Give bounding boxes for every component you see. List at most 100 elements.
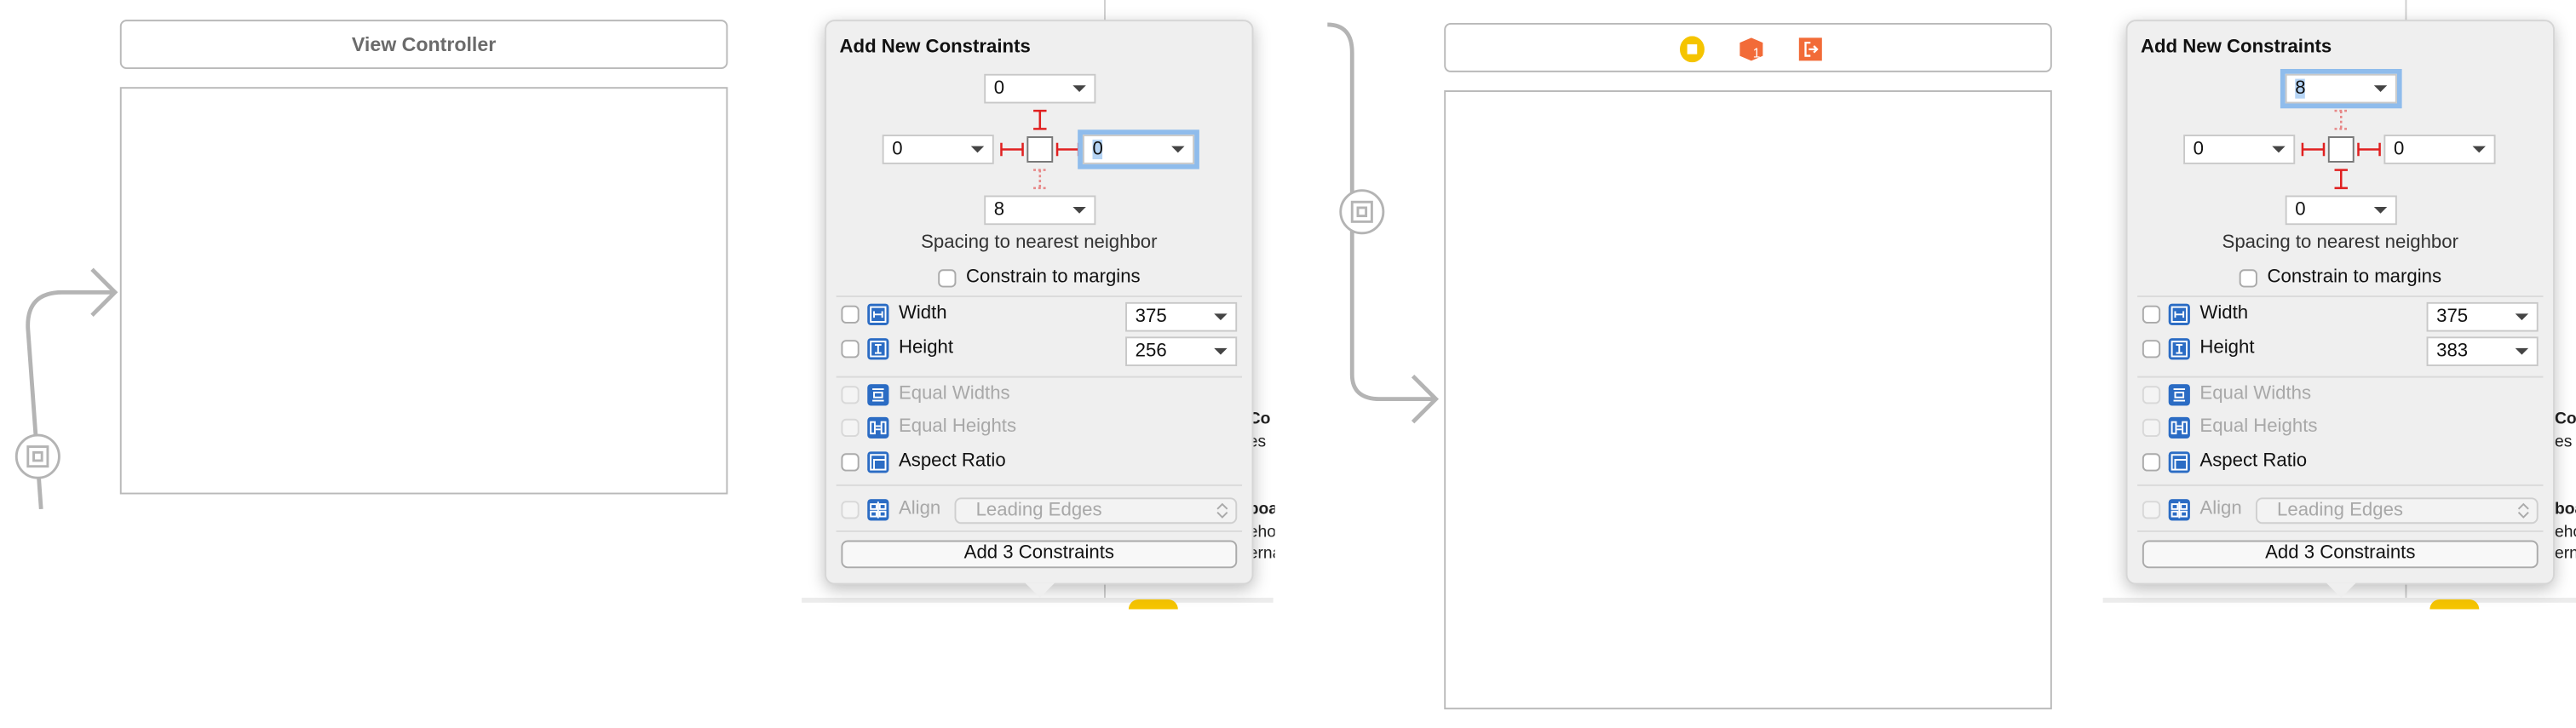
left-spacing-value: 0 (2193, 139, 2205, 160)
right-pin-toggle[interactable] (2356, 138, 2383, 161)
right-pin-toggle[interactable] (1055, 138, 1081, 161)
right-spacing-value: 0 (1092, 139, 1103, 160)
equal-widths-checkbox[interactable] (2142, 386, 2161, 404)
chevron-down-icon[interactable] (1171, 146, 1185, 153)
aspect-ratio-label: Aspect Ratio (898, 451, 1006, 472)
popover-title: Add New Constraints (839, 37, 1031, 58)
partial-yellow-icon (1128, 599, 1178, 610)
right-scene-view[interactable] (1444, 90, 2052, 710)
align-checkbox[interactable] (2142, 501, 2161, 519)
align-label: Align (898, 499, 941, 519)
chevron-down-icon[interactable] (2272, 146, 2286, 153)
height-checkbox[interactable] (2142, 340, 2161, 358)
bottom-spacing-field[interactable]: 8 (984, 195, 1096, 226)
bottom-spacing-value: 8 (993, 200, 1005, 221)
equal-heights-checkbox[interactable] (2142, 418, 2161, 438)
left-spacing-field[interactable]: 0 (882, 135, 994, 164)
aspect-ratio-checkbox[interactable] (2142, 453, 2161, 472)
constrain-to-margins-checkbox[interactable] (938, 269, 957, 288)
divider (836, 484, 1243, 486)
height-value: 256 (1135, 341, 1167, 362)
bottom-spacing-value: 0 (2295, 200, 2306, 221)
entry-segue-arrow[interactable] (0, 246, 131, 525)
divider (2137, 530, 2544, 532)
popover-title: Add New Constraints (2140, 37, 2332, 58)
view-controller-title: View Controller (351, 32, 497, 56)
equal-widths-icon (867, 384, 889, 406)
height-value: 383 (2436, 341, 2469, 362)
divider (2137, 375, 2544, 378)
constraint-target-square (2327, 136, 2355, 163)
equal-heights-label: Equal Heights (898, 416, 1017, 438)
width-checkbox[interactable] (841, 305, 860, 324)
width-value-dropdown[interactable]: 375 (2426, 301, 2539, 332)
equal-widths-label: Equal Widths (2199, 384, 2312, 404)
chevron-down-icon (2515, 347, 2529, 355)
equal-heights-icon (867, 416, 889, 439)
equal-widths-checkbox[interactable] (841, 386, 860, 404)
right-spacing-field[interactable]: 0 (2383, 135, 2496, 164)
equal-heights-checkbox[interactable] (841, 418, 860, 438)
side-text: eho (2554, 524, 2576, 542)
aspect-ratio-icon (867, 451, 889, 473)
divider (836, 530, 1243, 532)
height-checkbox[interactable] (841, 340, 860, 358)
chevron-down-icon[interactable] (2373, 207, 2388, 214)
chevron-down-icon[interactable] (2472, 146, 2486, 153)
equal-heights-icon (2168, 416, 2190, 439)
height-label: Height (898, 338, 954, 358)
width-value-dropdown[interactable]: 375 (1125, 301, 1238, 332)
chevron-down-icon[interactable] (2373, 85, 2388, 93)
scene-dock[interactable]: 1 (1444, 23, 2052, 72)
align-select[interactable]: Leading Edges (954, 497, 1238, 525)
height-value-dropdown[interactable]: 383 (2426, 336, 2539, 367)
align-select[interactable]: Leading Edges (2255, 497, 2539, 525)
constrain-to-margins-checkbox[interactable] (2239, 269, 2257, 288)
exit-icon[interactable] (1797, 36, 1824, 62)
align-label: Align (2199, 499, 2242, 519)
add-constraints-button[interactable]: Add 3 Constraints (841, 540, 1238, 569)
stepper-chevrons-icon (2517, 502, 2529, 519)
align-icon (2168, 499, 2190, 521)
add-constraints-popover: Add New Constraints 8 0 0 0 Spacing to n… (2125, 20, 2555, 599)
view-controller-header[interactable]: View Controller (119, 20, 728, 70)
left-spacing-field[interactable]: 0 (2183, 135, 2296, 164)
first-responder-icon[interactable]: 1 (1738, 36, 1764, 62)
equal-heights-label: Equal Heights (2199, 416, 2318, 438)
top-pin-toggle[interactable] (2330, 108, 2353, 131)
top-pin-toggle[interactable] (1028, 108, 1051, 131)
constrain-to-margins-label: Constrain to margins (966, 267, 1141, 288)
equal-widths-icon (2168, 384, 2190, 406)
height-value-dropdown[interactable]: 256 (1125, 336, 1238, 367)
divider (836, 295, 1243, 298)
aspect-ratio-label: Aspect Ratio (2199, 451, 2308, 472)
entry-segue-arrow[interactable] (1314, 16, 1446, 427)
spacing-label: Spacing to nearest neighbor (2222, 232, 2458, 254)
height-label: Height (2199, 338, 2255, 358)
align-value: Leading Edges (2277, 501, 2404, 521)
chevron-down-icon[interactable] (1072, 207, 1086, 214)
popover-arrow (2326, 582, 2356, 599)
right-spacing-field[interactable]: 0 (1082, 135, 1195, 164)
left-pin-toggle[interactable] (2300, 138, 2326, 161)
top-spacing-field[interactable]: 0 (984, 73, 1096, 104)
top-spacing-field[interactable]: 8 (2285, 73, 2397, 104)
left-pin-toggle[interactable] (999, 138, 1026, 161)
chevron-down-icon (1214, 347, 1228, 355)
align-checkbox[interactable] (841, 501, 860, 519)
add-constraints-button[interactable]: Add 3 Constraints (2142, 540, 2539, 569)
chevron-down-icon (1214, 313, 1228, 321)
bottom-pin-toggle[interactable] (2330, 168, 2353, 191)
aspect-ratio-checkbox[interactable] (841, 453, 860, 472)
chevron-down-icon[interactable] (1072, 85, 1086, 93)
align-icon (867, 499, 889, 521)
left-spacing-value: 0 (892, 139, 903, 160)
view-controller-icon[interactable] (1679, 36, 1705, 63)
storyboard-canvas: View Controller Co es boa eho erna Add N… (0, 0, 2576, 727)
chevron-down-icon[interactable] (970, 146, 985, 153)
add-constraints-popover: Add New Constraints 0 0 0 8 Spacing to n… (825, 20, 1254, 599)
left-scene-view[interactable] (119, 87, 728, 495)
bottom-pin-toggle[interactable] (1028, 168, 1051, 191)
bottom-spacing-field[interactable]: 0 (2285, 195, 2397, 226)
width-checkbox[interactable] (2142, 305, 2161, 324)
